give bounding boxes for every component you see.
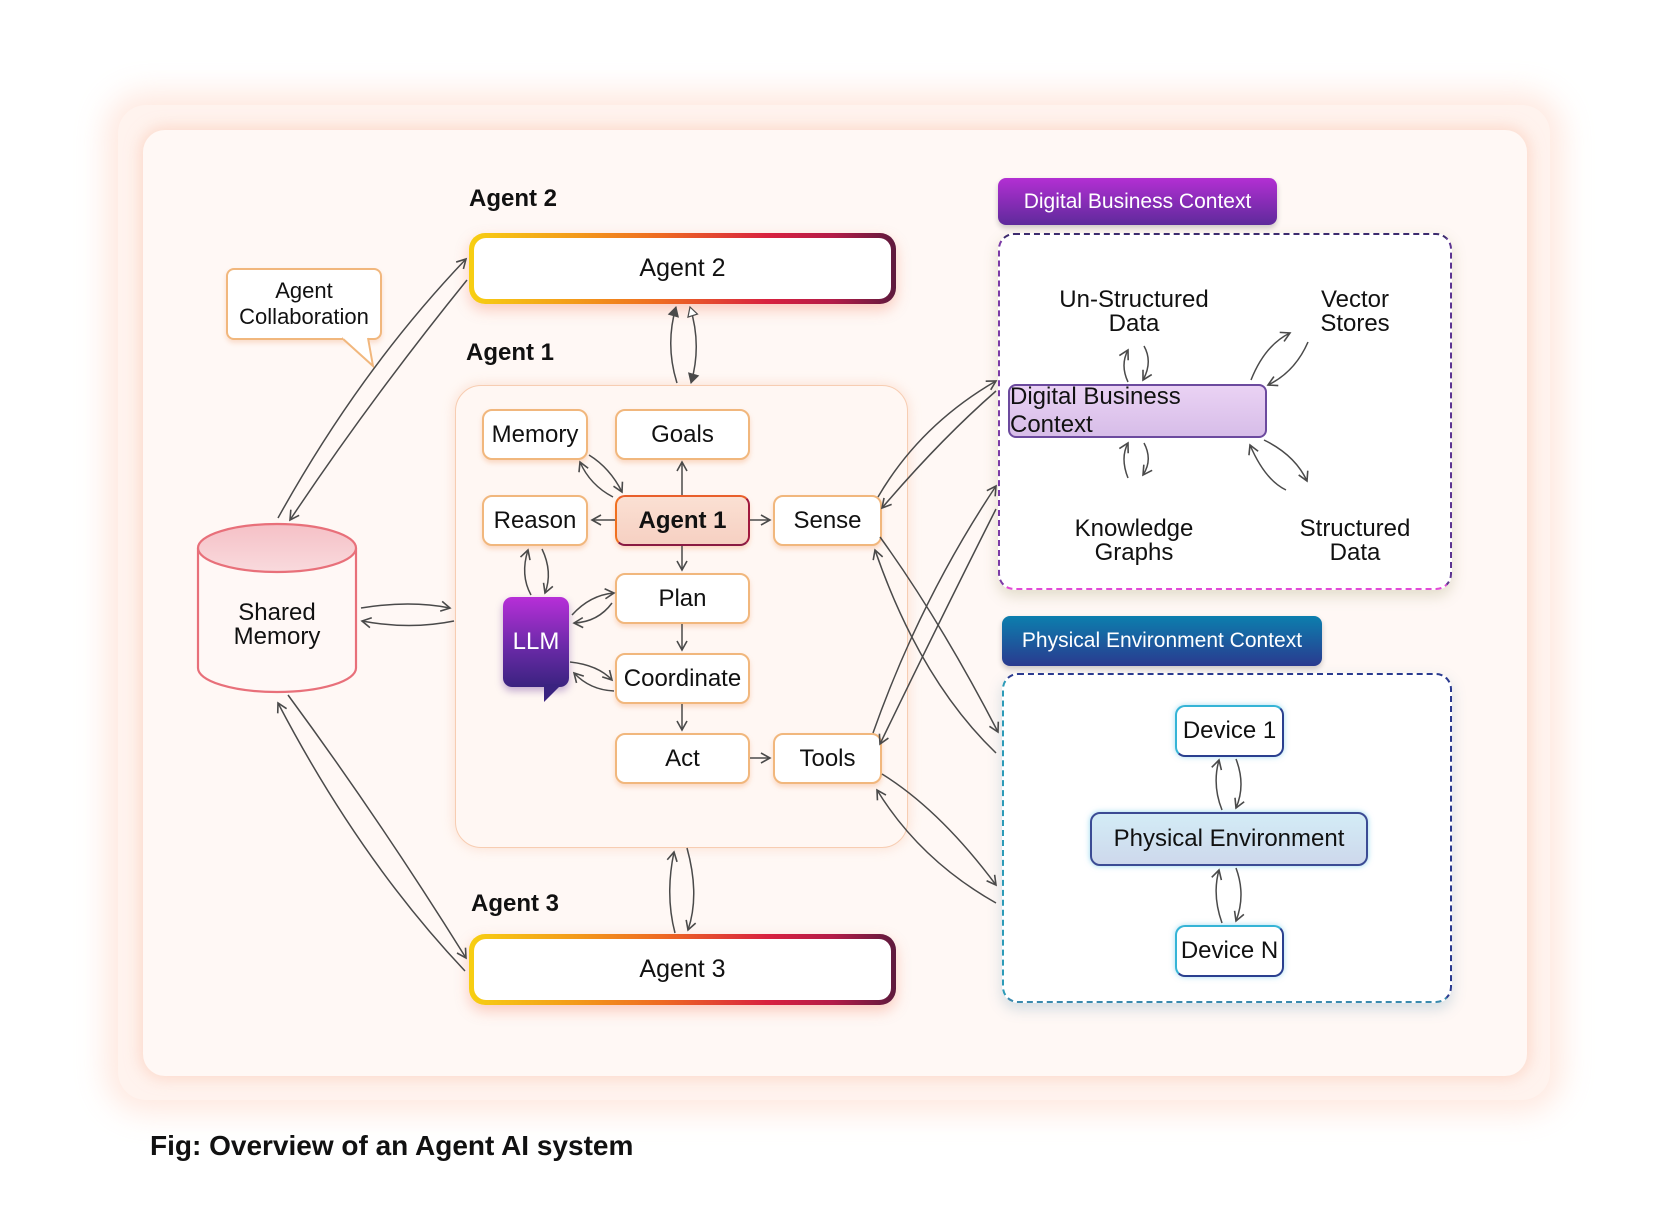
agent3-box[interactable]: Agent 3 (469, 934, 896, 1005)
physical-environment-node[interactable]: Physical Environment (1090, 812, 1368, 866)
agent3-box-label: Agent 3 (474, 939, 891, 1000)
structured-data-label: Structured Data (1285, 517, 1425, 565)
callout-line2: Collaboration (239, 304, 369, 329)
shared-memory-label: Shared Memory (198, 601, 356, 649)
digital-business-context-header: Digital Business Context (998, 178, 1277, 225)
unstructured-data-line1: Un-Structured (1059, 286, 1209, 313)
unstructured-data-label: Un-Structured Data (1043, 288, 1225, 336)
physical-environment-context-header: Physical Environment Context (1002, 616, 1322, 666)
llm-label: LLM (512, 628, 560, 655)
agent2-label: Agent 2 (469, 185, 558, 212)
memory-node[interactable]: Memory (482, 409, 588, 460)
tools-node[interactable]: Tools (773, 733, 882, 784)
agent1-core-node[interactable]: Agent 1 (615, 495, 750, 546)
device-n-node[interactable]: Device N (1175, 925, 1284, 977)
agent1-label: Agent 1 (466, 339, 555, 366)
agent2-box[interactable]: Agent 2 (469, 233, 896, 304)
digital-business-context-node[interactable]: Digital Business Context (1008, 383, 1267, 438)
goals-node[interactable]: Goals (615, 409, 750, 460)
coordinate-node[interactable]: Coordinate (615, 653, 750, 704)
vector-stores-line2: Stores (1320, 310, 1390, 337)
callout-line1: Agent (275, 278, 333, 303)
figure-caption: Fig: Overview of an Agent AI system (150, 1130, 634, 1161)
knowledge-graphs-line2: Graphs (1094, 539, 1174, 566)
structured-data-line1: Structured (1299, 515, 1411, 542)
vector-stores-line1: Vector (1320, 286, 1390, 313)
unstructured-data-line2: Data (1108, 310, 1160, 337)
vector-stores-label: Vector Stores (1285, 288, 1425, 336)
sense-node[interactable]: Sense (773, 495, 882, 546)
knowledge-graphs-line1: Knowledge (1074, 515, 1194, 542)
plan-node[interactable]: Plan (615, 573, 750, 624)
act-node[interactable]: Act (615, 733, 750, 784)
structured-data-line2: Data (1329, 539, 1381, 566)
agent3-label: Agent 3 (471, 890, 560, 917)
shared-memory-line1: Shared (238, 599, 316, 626)
llm-icon[interactable]: LLM (503, 597, 569, 687)
callout-tail (341, 336, 375, 369)
shared-memory-line2: Memory (233, 623, 321, 650)
device-1-node[interactable]: Device 1 (1175, 705, 1284, 757)
knowledge-graphs-label: Knowledge Graphs (1043, 517, 1225, 565)
llm-icon-tail (544, 684, 562, 702)
agent2-box-label: Agent 2 (474, 238, 891, 299)
reason-node[interactable]: Reason (482, 495, 588, 546)
agent-collaboration-callout: Agent Collaboration (226, 268, 382, 340)
